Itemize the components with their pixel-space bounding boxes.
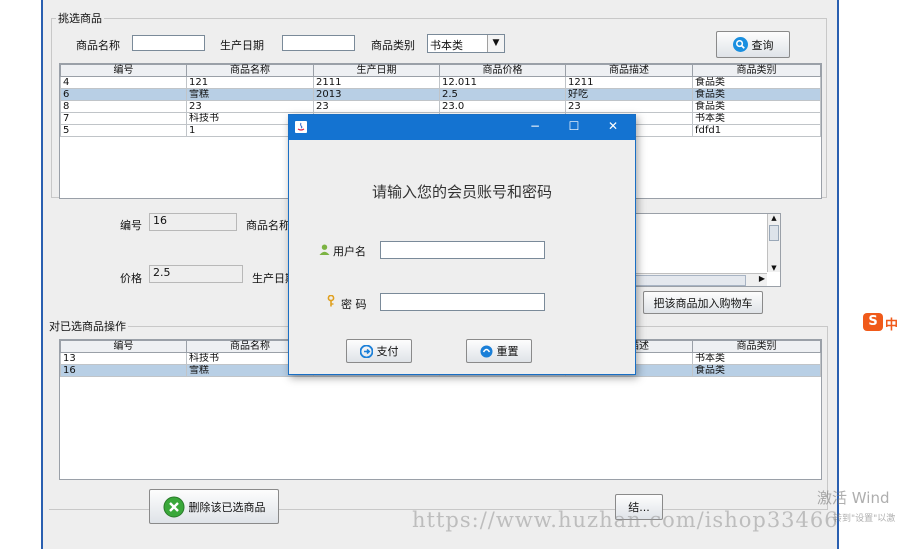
table-row[interactable]: 8 23 23 23.0 23 食品类	[60, 100, 821, 113]
key-icon	[327, 295, 335, 307]
activate-windows-text: 激活 Wind	[817, 489, 890, 507]
scroll-up-icon[interactable]: ▲	[768, 214, 780, 222]
scroll-right-icon[interactable]: ▶	[759, 274, 765, 283]
table-cell: 4	[60, 76, 187, 89]
delete-selected-label: 删除该已选商品	[188, 500, 266, 514]
detail-price-label: 价格	[120, 272, 142, 285]
minimize-icon[interactable]: −	[525, 119, 545, 133]
detail-id-label: 编号	[120, 219, 142, 232]
column-header[interactable]: 商品类别	[692, 340, 821, 353]
reset-button[interactable]: 重置	[466, 339, 532, 363]
member-login-dialog: − ☐ ✕ 请输入您的会员账号和密码 用户名 密 码 支付 重置	[288, 114, 636, 375]
query-button-label: 查询	[751, 38, 774, 52]
close-icon[interactable]: ✕	[603, 119, 623, 133]
activate-windows-subtext: 转到"设置"以激	[833, 514, 896, 524]
add-to-cart-label: 把该商品加入购物车	[653, 296, 753, 310]
table-cell: 23.0	[439, 100, 566, 113]
table-cell: 13	[60, 352, 187, 365]
pay-label: 支付	[376, 345, 399, 358]
column-header[interactable]: 生产日期	[313, 64, 440, 77]
category-label: 商品类别	[371, 39, 415, 52]
table-cell: fdfd1	[692, 124, 821, 137]
dialog-title-bar[interactable]: − ☐ ✕	[289, 115, 635, 140]
column-header[interactable]: 编号	[60, 340, 187, 353]
table-cell: 2.5	[439, 88, 566, 101]
table-cell: 好吃	[565, 88, 693, 101]
product-name-input[interactable]	[132, 35, 205, 51]
table-cell: 12.011	[439, 76, 566, 89]
vertical-scrollbar[interactable]: ▲ ▼	[767, 214, 780, 272]
table-cell: 8	[60, 100, 187, 113]
production-date-input[interactable]	[282, 35, 355, 51]
table-cell: 23	[313, 100, 440, 113]
detail-name-label: 商品名称	[246, 219, 290, 232]
table-cell: 5	[60, 124, 187, 137]
category-selected-value: 书本类	[430, 39, 463, 52]
table-cell: 食品类	[692, 76, 821, 89]
detail-id-field: 16	[149, 213, 237, 231]
table-cell: 书本类	[692, 112, 821, 125]
java-icon	[295, 121, 307, 133]
user-icon	[319, 244, 330, 255]
column-header[interactable]: 商品名称	[186, 64, 314, 77]
maximize-icon[interactable]: ☐	[564, 119, 584, 133]
chevron-down-icon[interactable]: ▼	[487, 35, 504, 52]
table-cell: 23	[186, 100, 314, 113]
table-cell: 食品类	[692, 88, 821, 101]
reset-label: 重置	[496, 345, 519, 358]
password-input[interactable]	[380, 293, 545, 311]
delete-selected-button[interactable]: 删除该已选商品	[149, 489, 279, 524]
query-button[interactable]: 查询	[716, 31, 790, 58]
column-header[interactable]: 编号	[60, 64, 187, 77]
search-icon	[732, 37, 748, 52]
horizontal-scrollbar[interactable]: ▶	[634, 273, 767, 286]
table-cell: 2111	[313, 76, 440, 89]
column-header[interactable]: 商品价格	[439, 64, 566, 77]
cart-legend: 对已选商品操作	[49, 320, 126, 333]
reset-icon	[480, 345, 492, 357]
url-watermark: https://www.huzhan.com/ishop33466	[412, 508, 839, 532]
table-cell: 2013	[313, 88, 440, 101]
column-header[interactable]: 商品描述	[565, 64, 693, 77]
detail-price-field: 2.5	[149, 265, 243, 283]
select-products-legend: 挑选商品	[58, 12, 102, 25]
production-date-label: 生产日期	[220, 39, 264, 52]
table-cell: 23	[565, 100, 693, 113]
table-cell: 雪糕	[186, 88, 314, 101]
product-table-header: 编号 商品名称 生产日期 商品价格 商品描述 商品类别	[60, 64, 821, 77]
scroll-down-icon[interactable]: ▼	[768, 264, 780, 272]
username-input[interactable]	[380, 241, 545, 259]
table-cell: 书本类	[692, 352, 821, 365]
scroll-thumb[interactable]	[769, 225, 779, 241]
username-label: 用户名	[333, 245, 366, 258]
table-cell: 6	[60, 88, 187, 101]
ime-logo-icon[interactable]: S	[863, 313, 883, 331]
add-to-cart-button[interactable]: 把该商品加入购物车	[643, 291, 763, 314]
pay-button[interactable]: 支付	[346, 339, 412, 363]
password-label: 密 码	[341, 298, 367, 311]
table-row[interactable]: 4 121 2111 12.011 1211 食品类	[60, 76, 821, 89]
table-cell: 1211	[565, 76, 693, 89]
window-right-border	[837, 0, 839, 549]
ime-mode-label[interactable]: 中	[885, 314, 898, 333]
table-cell: 7	[60, 112, 187, 125]
delete-icon	[163, 496, 184, 517]
product-name-label: 商品名称	[76, 39, 120, 52]
h-scroll-thumb[interactable]	[634, 275, 746, 286]
pay-arrow-icon	[359, 344, 373, 358]
table-cell: 食品类	[692, 364, 821, 377]
dialog-heading: 请输入您的会员账号和密码	[371, 183, 552, 201]
table-row[interactable]: 6 雪糕 2013 2.5 好吃 食品类	[60, 88, 821, 101]
column-header[interactable]: 商品类别	[692, 64, 821, 77]
description-textarea[interactable]: ▲ ▼ ▶	[633, 213, 781, 287]
table-cell: 16	[60, 364, 187, 377]
category-select[interactable]: 书本类 ▼	[427, 34, 505, 53]
table-cell: 食品类	[692, 100, 821, 113]
table-cell: 121	[186, 76, 314, 89]
